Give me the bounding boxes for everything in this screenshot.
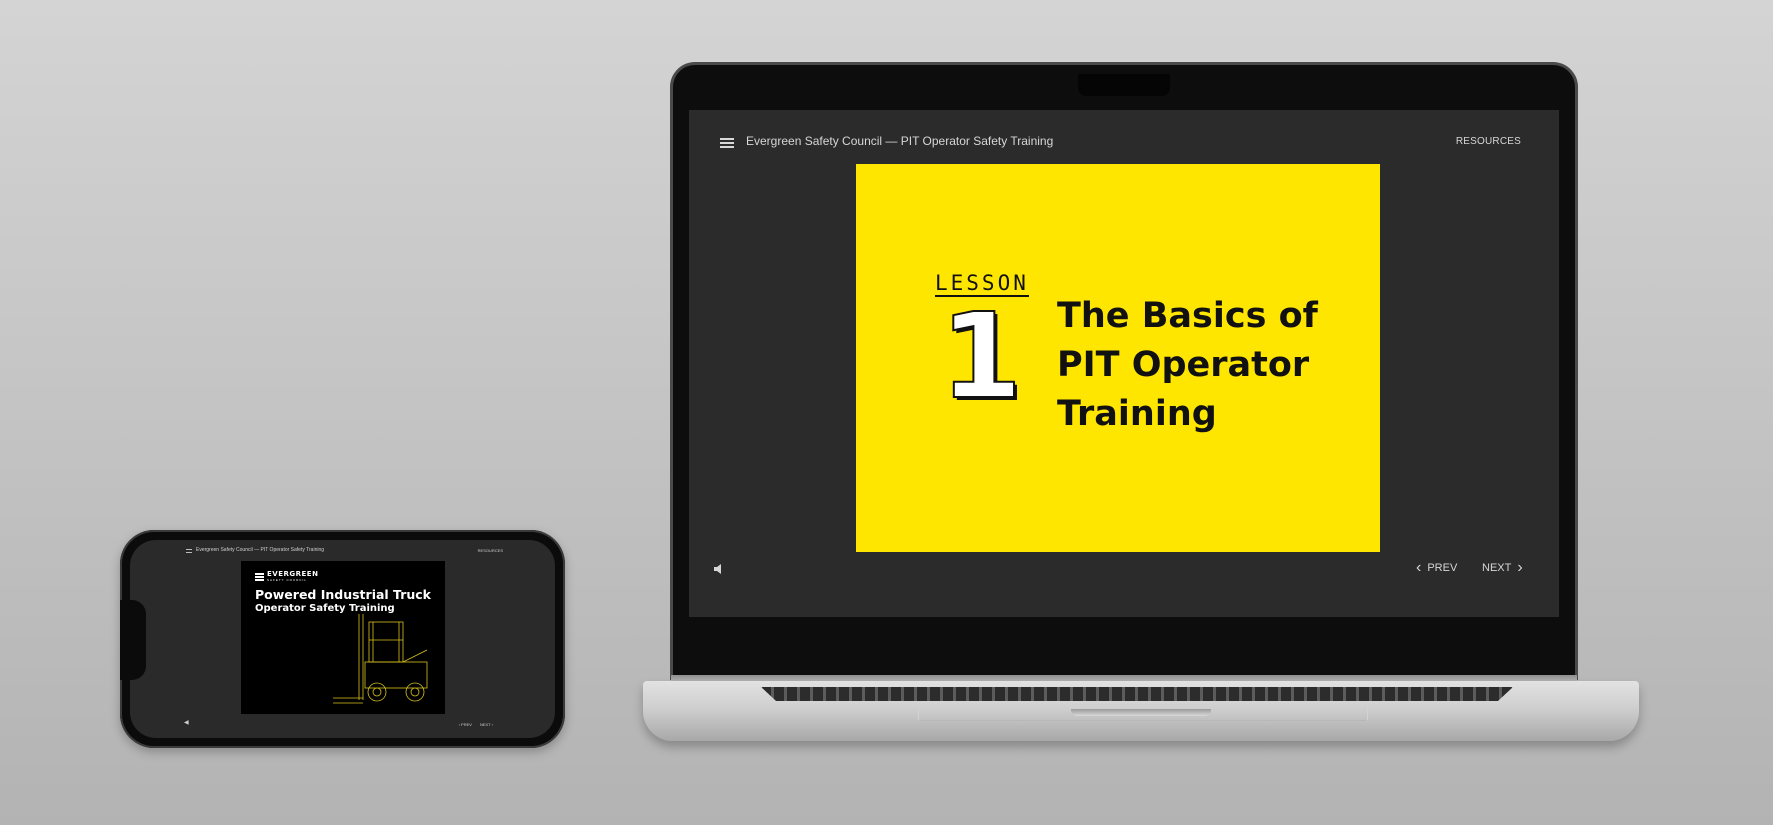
- course-title: Evergreen Safety Council — PIT Operator …: [746, 134, 1054, 148]
- lesson-title-slide: LESSON 1 The Basics of PIT Operator Trai…: [856, 164, 1380, 552]
- keyboard: [761, 687, 1513, 701]
- top-bar: Evergreen Safety Council — PIT Operator …: [689, 110, 1559, 170]
- laptop-device: Evergreen Safety Council — PIT Operator …: [673, 65, 1575, 677]
- logo-subtitle: SAFETY COUNCIL: [267, 578, 307, 582]
- laptop-screen: Evergreen Safety Council — PIT Operator …: [689, 110, 1559, 617]
- phone-screen: Evergreen Safety Council — PIT Operator …: [130, 540, 555, 738]
- hamburger-menu-icon[interactable]: [186, 549, 192, 553]
- next-label: NEXT: [1482, 562, 1512, 574]
- speaker-icon[interactable]: [713, 563, 723, 578]
- lid-opening-notch: [1071, 709, 1211, 716]
- camera-notch: [1078, 74, 1170, 96]
- phone-prev-button[interactable]: ‹ PREV: [459, 722, 472, 727]
- prev-button[interactable]: ‹ PREV: [1416, 559, 1458, 576]
- prev-label: PREV: [1427, 562, 1458, 574]
- evergreen-logo: EVERGREEN SAFETY COUNCIL: [255, 571, 318, 582]
- lesson-title: The Basics of PIT Operator Training: [1057, 292, 1357, 439]
- phone-title-slide: EVERGREEN SAFETY COUNCIL Powered Industr…: [241, 561, 445, 714]
- phone-notch: [120, 600, 146, 680]
- phone-next-button[interactable]: NEXT ›: [480, 722, 493, 727]
- lesson-title-line-3: Training: [1057, 394, 1217, 434]
- lesson-title-line-2: PIT Operator: [1057, 345, 1310, 385]
- phone-device: Evergreen Safety Council — PIT Operator …: [120, 530, 565, 748]
- laptop-base: [643, 681, 1639, 741]
- lesson-title-line-1: The Basics of: [1057, 296, 1318, 336]
- chevron-left-icon: ‹: [1416, 559, 1422, 576]
- evergreen-logo-icon: [255, 572, 264, 581]
- hamburger-menu-icon[interactable]: [720, 138, 734, 148]
- resources-link[interactable]: RESOURCES: [1456, 136, 1521, 147]
- chevron-right-icon: ›: [1517, 559, 1523, 576]
- phone-resources-link[interactable]: RESOURCES: [478, 548, 503, 553]
- logo-name: EVERGREEN: [267, 570, 319, 578]
- forklift-wireframe-icon: [333, 614, 428, 704]
- speaker-icon[interactable]: ◀: [184, 719, 189, 726]
- next-button[interactable]: NEXT ›: [1482, 559, 1523, 576]
- phone-next-label: NEXT: [479, 722, 491, 727]
- phone-slide-heading: Powered Industrial Truck: [255, 587, 431, 602]
- phone-course-title: Evergreen Safety Council — PIT Operator …: [196, 547, 325, 553]
- lesson-number: 1: [939, 287, 1023, 425]
- phone-slide-navigation: ‹ PREV NEXT ›: [459, 722, 493, 727]
- phone-prev-label: PREV: [461, 722, 472, 727]
